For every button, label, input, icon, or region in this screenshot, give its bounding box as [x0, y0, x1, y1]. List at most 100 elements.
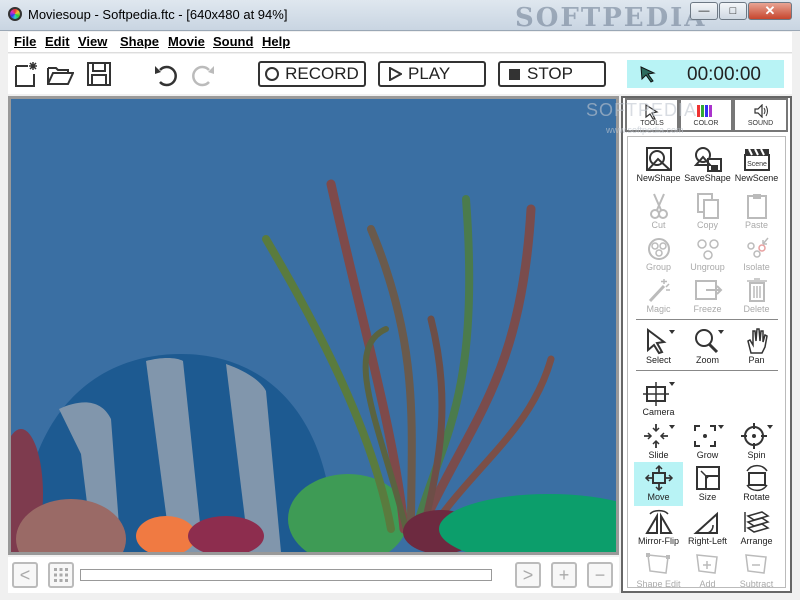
undo-icon[interactable]: [152, 60, 180, 88]
window-title: Moviesoup - Softpedia.ftc - [640x480 at …: [28, 7, 288, 22]
prev-frame-button[interactable]: <: [12, 562, 38, 588]
tool-right-left[interactable]: Right-Left: [683, 506, 732, 550]
tool-label: Magic: [646, 304, 671, 314]
redo-icon[interactable]: [189, 60, 217, 88]
stop-button[interactable]: STOP: [498, 61, 606, 87]
tool-slide[interactable]: Slide: [634, 420, 683, 464]
tool-label: Move: [647, 492, 670, 502]
tool-freeze[interactable]: Freeze: [683, 274, 732, 318]
menu-sound[interactable]: Sound: [213, 34, 253, 49]
tool-shape-edit[interactable]: Shape Edit: [634, 549, 683, 588]
spin-icon: [740, 423, 773, 449]
right-left-icon: [692, 511, 718, 534]
tool-label: Grow: [696, 450, 719, 460]
tool-label: Camera: [642, 407, 675, 417]
tool-paste[interactable]: Paste: [732, 190, 781, 234]
tool-rotate[interactable]: Rotate: [732, 462, 781, 506]
panel-watermark: SOFTPEDIA: [586, 100, 698, 120]
remove-frame-button[interactable]: −: [587, 562, 613, 588]
new-file-icon[interactable]: [12, 60, 40, 88]
tool-move[interactable]: Move: [634, 462, 683, 506]
open-folder-icon[interactable]: [46, 60, 74, 88]
shape-edit-icon: [645, 553, 670, 574]
tool-delete[interactable]: Delete: [732, 274, 781, 318]
timeline-bar: < > + −: [8, 557, 619, 593]
menu-view[interactable]: View: [78, 34, 107, 49]
tool-new-scene[interactable]: Scene NewScene: [732, 143, 781, 187]
tool-label: NewScene: [734, 173, 779, 183]
tool-new-shape[interactable]: NewShape: [634, 143, 683, 187]
tool-group[interactable]: Group: [634, 232, 683, 276]
trash-icon: [746, 278, 767, 302]
tool-grow[interactable]: Grow: [683, 420, 732, 464]
timer-display: 00:00:00: [627, 60, 784, 88]
tab-sound[interactable]: SOUND: [733, 98, 788, 132]
tool-ungroup[interactable]: Ungroup: [683, 232, 732, 276]
arrange-icon: [743, 511, 770, 533]
grid-icon: [54, 568, 68, 582]
tool-spin[interactable]: Spin: [732, 420, 781, 464]
tool-label: Subtract: [739, 579, 774, 588]
copy-icon: [696, 193, 719, 219]
tool-magic[interactable]: Magic: [634, 274, 683, 318]
frame-grid-button[interactable]: [48, 562, 74, 588]
minimize-button[interactable]: —: [690, 2, 718, 20]
tool-add-point[interactable]: Add: [683, 549, 732, 587]
camera-icon: [642, 382, 675, 406]
tool-label: Shape Edit: [636, 579, 681, 588]
close-button[interactable]: ✕: [748, 2, 792, 20]
tool-zoom[interactable]: Zoom: [683, 325, 732, 369]
title-watermark: SOFTPEDIA: [515, 3, 707, 33]
new-scene-icon: Scene: [743, 148, 770, 171]
tool-camera[interactable]: Camera: [634, 377, 683, 421]
tool-isolate[interactable]: Isolate: [732, 232, 781, 276]
next-frame-button[interactable]: >: [515, 562, 541, 588]
tool-save-shape[interactable]: SaveShape: [683, 143, 732, 187]
menu-shape[interactable]: Shape: [120, 34, 159, 49]
tool-label: Cut: [651, 220, 666, 230]
add-frame-button[interactable]: +: [551, 562, 577, 588]
tool-copy[interactable]: Copy: [683, 190, 732, 234]
tool-mirror-flip[interactable]: Mirror-Flip: [634, 506, 683, 550]
tool-subtract-point[interactable]: Subtract: [732, 549, 781, 588]
isolate-icon: [746, 237, 769, 258]
menu-help[interactable]: Help: [262, 34, 290, 49]
tool-label: Delete: [743, 304, 770, 314]
menu-movie[interactable]: Movie: [168, 34, 205, 49]
timeline-scrollbar[interactable]: [80, 569, 492, 581]
menu-edit[interactable]: Edit: [45, 34, 70, 49]
record-button[interactable]: RECORD: [258, 61, 366, 87]
app-logo-icon: [8, 7, 22, 21]
tool-pan[interactable]: Pan: [732, 325, 781, 369]
paste-icon: [746, 194, 767, 219]
stage-canvas[interactable]: [11, 99, 616, 552]
tool-arrange[interactable]: Arrange: [732, 506, 781, 550]
maximize-button[interactable]: □: [719, 2, 747, 20]
tool-select[interactable]: Select: [634, 325, 683, 369]
main-toolbar: RECORD PLAY STOP 00:00:00: [8, 54, 792, 94]
tool-label: Size: [698, 492, 717, 502]
add-point-icon: [695, 554, 718, 574]
tool-label: Slide: [648, 450, 669, 460]
panel-watermark-url: www.softpedia.com: [606, 125, 684, 135]
new-shape-icon: [645, 147, 672, 171]
tool-cut[interactable]: Cut: [634, 190, 683, 234]
grow-icon: [693, 425, 724, 447]
stop-label: STOP: [527, 64, 573, 83]
magic-wand-icon: [648, 279, 670, 303]
save-disk-icon[interactable]: [85, 60, 113, 88]
timer-value: 00:00:00: [687, 64, 761, 85]
play-button[interactable]: PLAY: [378, 61, 486, 87]
tool-label: Mirror-Flip: [638, 536, 679, 546]
menu-bar: File Edit View Shape Movie Sound Help: [8, 32, 792, 53]
record-circle-icon: [265, 67, 280, 81]
tool-size[interactable]: Size: [683, 462, 732, 506]
tool-label: Right-Left: [687, 536, 728, 546]
title-bar: Moviesoup - Softpedia.ftc - [640x480 at …: [0, 0, 800, 33]
play-label: PLAY: [408, 64, 451, 83]
tool-label: Spin: [747, 450, 766, 460]
menu-file[interactable]: File: [14, 34, 36, 49]
ungroup-icon: [696, 239, 719, 260]
tool-label: NewShape: [636, 173, 681, 183]
hand-icon: [746, 328, 768, 354]
